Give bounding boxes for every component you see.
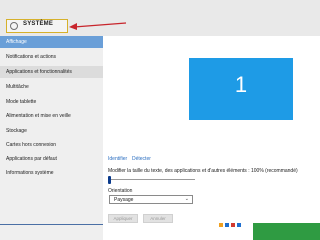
sidebar: Affichage Notifications et actions Appli…: [0, 36, 103, 240]
logo-dot-red: [231, 223, 235, 227]
logo-dot-blue-2: [237, 223, 241, 227]
monitor-number: 1: [234, 72, 248, 97]
arrow-icon: [69, 22, 127, 30]
sidebar-item-mode-tablette[interactable]: Mode tablette: [0, 96, 103, 108]
sidebar-item-informations[interactable]: Informations système: [0, 167, 103, 179]
sidebar-item-multitache[interactable]: Multitâche: [0, 81, 103, 93]
scale-slider-track[interactable]: [110, 179, 195, 180]
sidebar-item-applications[interactable]: Applications et fonctionnalités: [0, 66, 103, 78]
apply-button[interactable]: Appliquer: [108, 214, 138, 223]
scale-label: Modifier la taille du texte, des applica…: [108, 168, 298, 174]
sidebar-item-applications-defaut[interactable]: Applications par défaut: [0, 153, 103, 165]
logo-dot-blue: [225, 223, 229, 227]
chevron-down-icon: ⌄: [184, 196, 189, 202]
monitor-tile[interactable]: 1: [189, 58, 293, 120]
identify-link[interactable]: Identifier: [108, 156, 127, 162]
settings-header: SYSTÈME: [0, 0, 320, 37]
green-decoration-bar: [253, 223, 320, 240]
logo-dot-orange: [219, 223, 223, 227]
sidebar-item-notifications[interactable]: Notifications et actions: [0, 51, 103, 63]
orientation-label: Orientation: [108, 188, 133, 194]
cancel-button[interactable]: Annuler: [143, 214, 173, 223]
sidebar-item-alimentation[interactable]: Alimentation et mise en veille: [0, 110, 103, 122]
orientation-value: Paysage: [114, 197, 134, 203]
sidebar-item-cartes[interactable]: Cartes hors connexion: [0, 139, 103, 151]
page-title: SYSTÈME: [23, 21, 54, 27]
scale-slider-thumb[interactable]: [108, 176, 111, 184]
detect-link[interactable]: Détecter: [132, 156, 151, 162]
sidebar-item-affichage[interactable]: Affichage: [0, 36, 103, 48]
orientation-select[interactable]: Paysage ⌄: [109, 195, 193, 204]
page-title-box: SYSTÈME: [6, 19, 68, 33]
sidebar-item-stockage[interactable]: Stockage: [0, 125, 103, 137]
gear-icon: [10, 22, 18, 30]
bottom-divider: [0, 224, 103, 225]
